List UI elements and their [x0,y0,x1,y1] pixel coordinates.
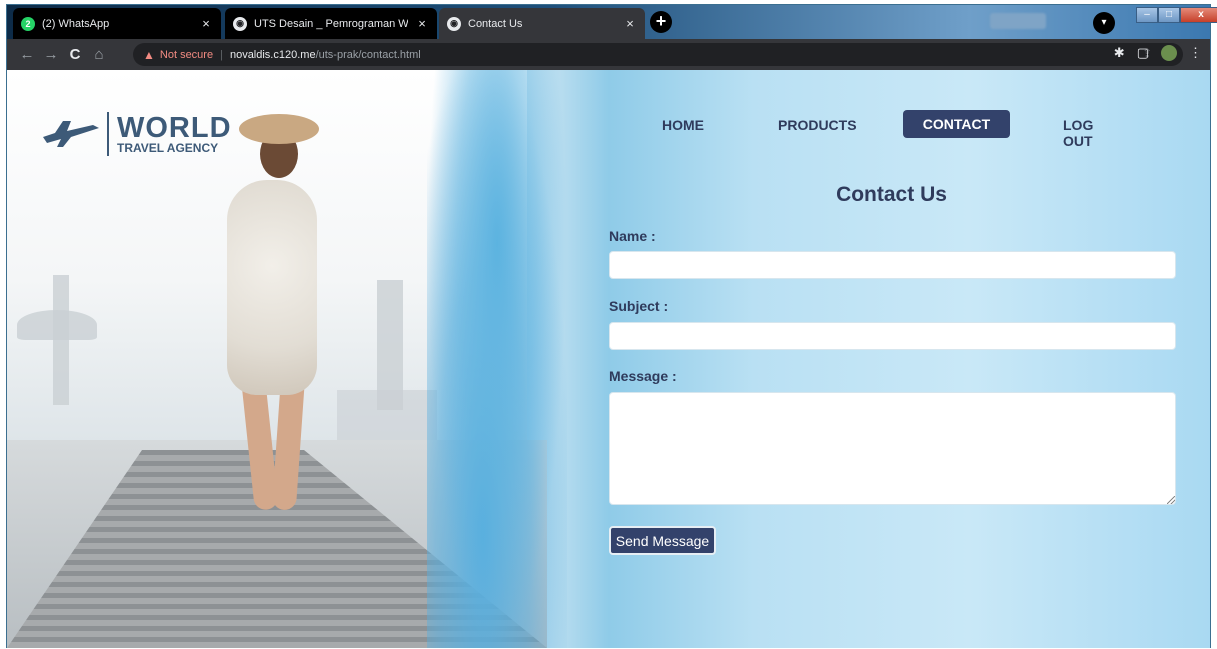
tab-search-button[interactable]: ▾ [1093,12,1115,34]
minimize-button[interactable]: – [1136,7,1158,23]
forward-icon[interactable]: → [39,46,63,63]
name-label: Name : [609,228,656,244]
menu-icon[interactable]: ⋮ [1189,45,1202,61]
close-icon[interactable]: × [415,16,429,31]
address-separator: | [220,48,223,61]
browser-toolbar: ← → C ⌂ ▲ Not secure | novaldis.c120.me … [7,39,1210,70]
window-controls: – □ x [1136,7,1217,23]
tab-uts-desain[interactable]: ◉ UTS Desain _ Pemrograman Web × [225,8,437,39]
globe-icon: ◉ [447,16,461,31]
site-logo[interactable]: WORLD TRAVEL AGENCY [41,112,232,156]
person-image [227,180,317,395]
url-path: /uts-prak/contact.html [315,48,421,61]
address-bar[interactable]: ▲ Not secure | novaldis.c120.me /uts-pra… [133,43,1183,66]
new-tab-button[interactable]: + [650,11,672,33]
nav-logout[interactable]: LOG OUT [1063,117,1093,149]
subject-input[interactable] [609,322,1176,350]
tab-title: UTS Desain _ Pemrograman Web [254,17,408,30]
profile-avatar[interactable] [1161,45,1177,61]
hat-image [239,114,319,144]
maximize-button[interactable]: □ [1158,7,1180,23]
watercolor-splash [427,70,567,648]
logo-title: WORLD [117,111,232,144]
logo-subtitle: TRAVEL AGENCY [117,140,219,155]
toolbar-actions: ✱ ▢ ⋮ [1114,45,1202,61]
message-textarea[interactable] [609,392,1176,505]
close-icon[interactable]: × [199,16,213,31]
blurred-region [990,13,1046,29]
tab-title: Contact Us [468,17,523,30]
reload-icon[interactable]: C [63,46,87,63]
nav-contact[interactable]: CONTACT [903,110,1010,138]
nav-home[interactable]: HOME [662,117,704,133]
nav-products[interactable]: PRODUCTS [778,117,857,133]
beach-umbrella-image [53,275,69,405]
sidebar-icon[interactable]: ▢ [1137,45,1149,61]
tab-strip: 2 (2) WhatsApp × ◉ UTS Desain _ Pemrogra… [7,5,1217,39]
page-title: Contact Us [836,183,947,206]
warning-icon: ▲ [143,47,155,62]
tab-whatsapp[interactable]: 2 (2) WhatsApp × [13,8,221,39]
globe-icon: ◉ [233,16,247,31]
tab-title: (2) WhatsApp [42,17,110,30]
extensions-icon[interactable]: ✱ [1114,45,1125,61]
close-icon[interactable]: × [623,16,637,31]
url-host: novaldis.c120.me [229,48,316,61]
send-message-button[interactable]: Send Message [609,526,716,555]
browser-window: 2 (2) WhatsApp × ◉ UTS Desain _ Pemrogra… [6,4,1217,648]
name-input[interactable] [609,251,1176,279]
tab-contact-us[interactable]: ◉ Contact Us × [439,8,645,39]
whatsapp-icon: 2 [21,16,35,31]
message-label: Message : [609,368,677,384]
logo-text: WORLD TRAVEL AGENCY [117,111,232,155]
security-label: Not secure [159,48,214,61]
airplane-icon [43,121,99,147]
home-icon[interactable]: ⌂ [87,46,111,63]
subject-label: Subject : [609,298,669,314]
page-viewport: WORLD TRAVEL AGENCY HOME PRODUCTS CONTAC… [7,70,1210,648]
window-close-button[interactable]: x [1180,7,1217,23]
logo-divider [107,112,109,156]
back-icon[interactable]: ← [15,46,39,63]
resize-handle[interactable] [1167,496,1175,504]
